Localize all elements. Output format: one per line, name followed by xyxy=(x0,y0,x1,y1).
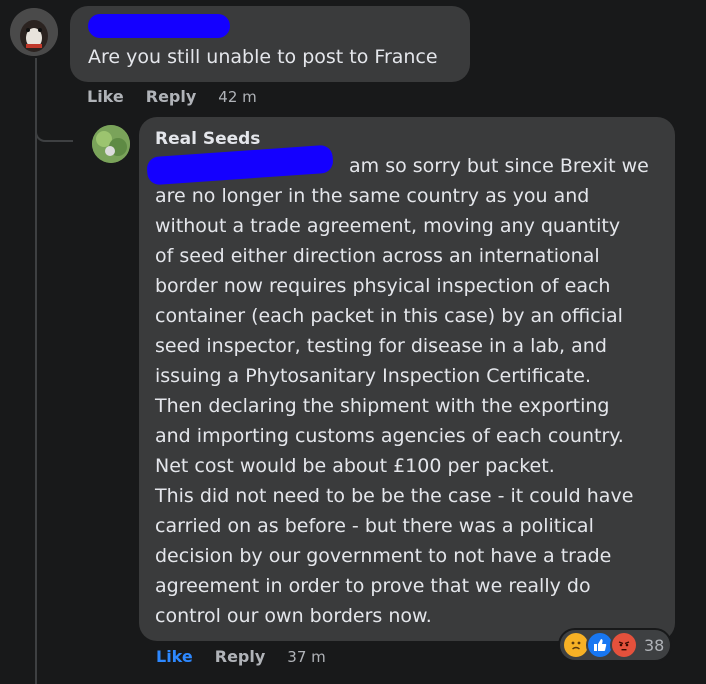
comment-line: am so sorry but since Brexit we xyxy=(349,155,649,177)
comment-line: without a trade agreement, moving any qu… xyxy=(155,215,621,237)
comment-line: control our own borders now. xyxy=(155,605,432,627)
redacted-author-name xyxy=(88,14,230,38)
comment-line: container (each packet in this case) by … xyxy=(155,305,623,327)
comment-line: border now requires phsyical inspection … xyxy=(155,275,611,297)
reply-button[interactable]: Reply xyxy=(215,647,266,666)
comment-bubble: Real Seeds am so sorry but since Brexit … xyxy=(139,117,675,641)
comment-line: Net cost would be about £100 per packet. xyxy=(155,455,555,477)
comment-bubble: Are you still unable to post to France xyxy=(70,6,470,82)
reply-button[interactable]: Reply xyxy=(146,87,197,106)
redacted-mention xyxy=(146,144,334,186)
like-button[interactable]: Like xyxy=(87,87,124,106)
reaction-count: 38 xyxy=(644,635,665,655)
comment-line: are no longer in the same country as you… xyxy=(155,185,590,207)
comment-actions: Like Reply 37 m xyxy=(156,647,326,666)
comment-line: Then declaring the shipment with the exp… xyxy=(155,395,610,417)
avatar[interactable] xyxy=(92,125,130,163)
comment-line: issuing a Phytosanitary Inspection Certi… xyxy=(155,365,591,387)
comment-line: and importing customs agencies of each c… xyxy=(155,425,624,447)
thread-line xyxy=(35,58,37,684)
reactions-summary[interactable]: 38 xyxy=(560,630,671,660)
timestamp[interactable]: 37 m xyxy=(287,648,325,666)
comment-line: of seed either direction across an inter… xyxy=(155,245,600,267)
avatar[interactable] xyxy=(10,8,58,56)
comment-line: carried on as before - but there was a p… xyxy=(155,515,594,537)
comment-line: agreement in order to prove that we real… xyxy=(155,575,591,597)
timestamp[interactable]: 42 m xyxy=(218,88,256,106)
reply-connector xyxy=(35,118,73,142)
author-name[interactable]: Real Seeds xyxy=(155,129,260,149)
comment-text: Are you still unable to post to France xyxy=(88,46,438,68)
like-button[interactable]: Like xyxy=(156,647,193,666)
comment-line: This did not need to be be the case - it… xyxy=(155,485,634,507)
angry-icon xyxy=(610,631,638,659)
comment-actions: Like Reply 42 m xyxy=(87,87,257,106)
comment-line: decision by our government to not have a… xyxy=(155,545,612,567)
comment-line: seed inspector, testing for disease in a… xyxy=(155,335,607,357)
